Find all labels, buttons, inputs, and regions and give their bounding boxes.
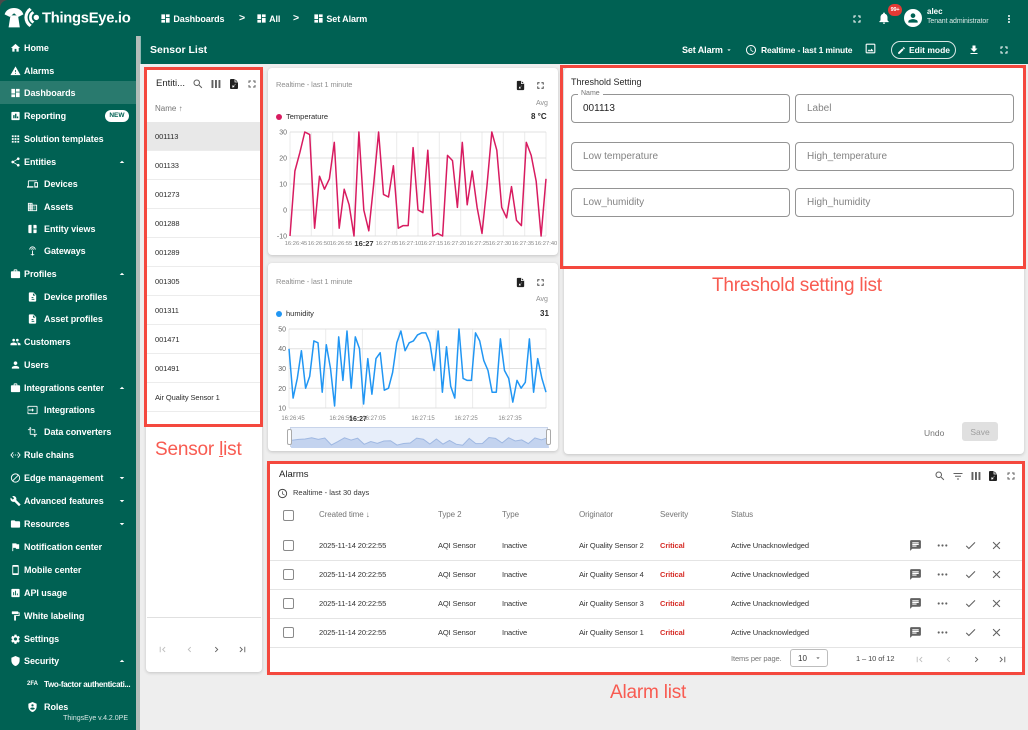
svg-text:16:27:15: 16:27:15 <box>421 241 444 247</box>
svg-text:16:27: 16:27 <box>354 239 373 248</box>
svg-text:16:26:55: 16:26:55 <box>330 241 353 247</box>
svg-text:16:27:05: 16:27:05 <box>362 416 386 422</box>
svg-text:30: 30 <box>279 130 287 137</box>
svg-text:ThingsEye.io: ThingsEye.io <box>42 11 131 27</box>
svg-text:20: 20 <box>278 386 286 393</box>
svg-text:50: 50 <box>278 327 286 334</box>
svg-text:16:27:25: 16:27:25 <box>467 241 490 247</box>
svg-text:16:27:40: 16:27:40 <box>535 241 558 247</box>
svg-text:16:27:05: 16:27:05 <box>376 241 399 247</box>
svg-text:16:27:10: 16:27:10 <box>399 241 422 247</box>
svg-text:16:27:35: 16:27:35 <box>498 416 522 422</box>
svg-text:16:26:45: 16:26:45 <box>281 416 305 422</box>
svg-text:16:27:20: 16:27:20 <box>444 241 467 247</box>
svg-text:0: 0 <box>283 208 287 215</box>
svg-text:30: 30 <box>278 366 286 373</box>
svg-text:20: 20 <box>279 156 287 163</box>
svg-text:10: 10 <box>279 182 287 189</box>
svg-text:10: 10 <box>278 406 286 413</box>
svg-text:16:27:25: 16:27:25 <box>454 416 478 422</box>
svg-text:16:26:45: 16:26:45 <box>285 241 308 247</box>
svg-text:16:27:30: 16:27:30 <box>489 241 512 247</box>
svg-text:16:27:35: 16:27:35 <box>512 241 535 247</box>
svg-text:-10: -10 <box>277 234 287 241</box>
svg-text:16:26:50: 16:26:50 <box>308 241 331 247</box>
svg-text:16:27:15: 16:27:15 <box>411 416 435 422</box>
svg-text:40: 40 <box>278 346 286 353</box>
